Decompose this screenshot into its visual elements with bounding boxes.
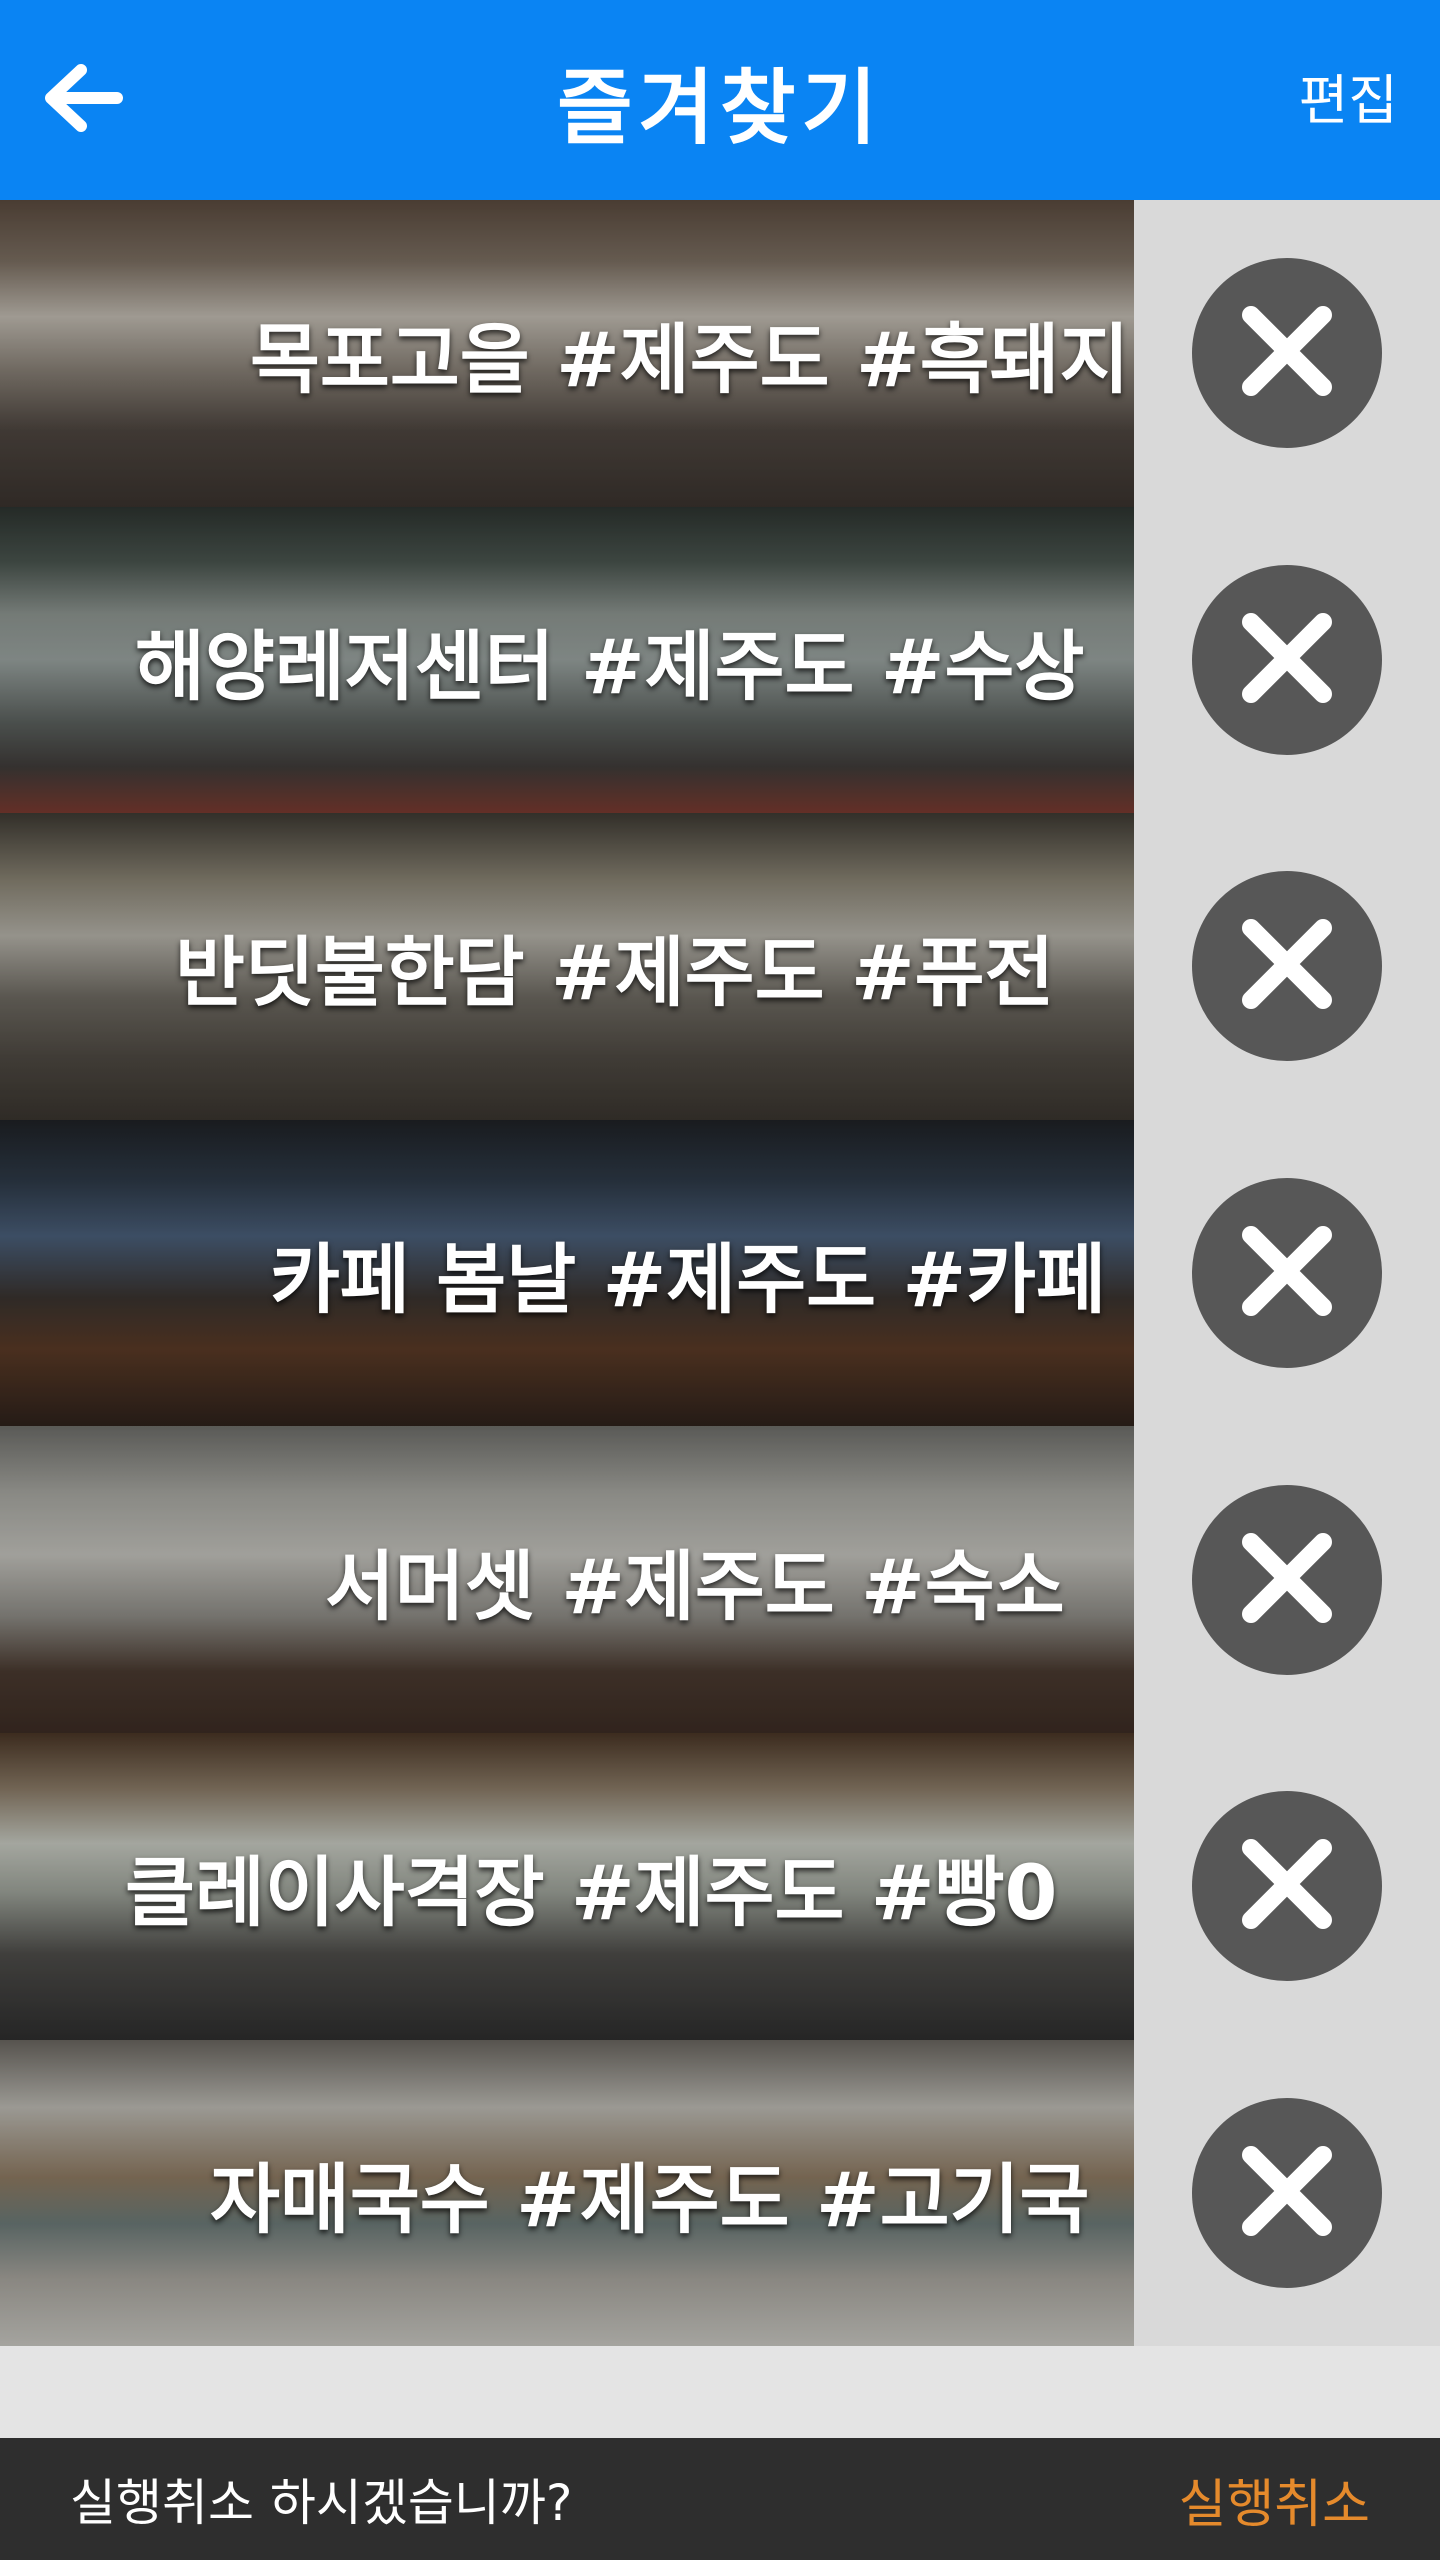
favorites-screen: 즐겨찾기 편집 목포고을 #제주도 #흑돼지 해양레저센터 #제주도 #수상 반… bbox=[0, 0, 1440, 2560]
favorites-list: 목포고을 #제주도 #흑돼지 해양레저센터 #제주도 #수상 반딧불한담 #제주… bbox=[0, 200, 1440, 2347]
delete-cell bbox=[1134, 2039, 1440, 2347]
delete-button[interactable] bbox=[1192, 1484, 1382, 1675]
delete-button[interactable] bbox=[1192, 2097, 1382, 2288]
app-header: 즐겨찾기 편집 bbox=[0, 0, 1440, 200]
close-icon bbox=[1237, 1221, 1337, 1325]
delete-button[interactable] bbox=[1192, 1178, 1382, 1369]
thumbnail[interactable]: 카페 봄날 #제주도 #카페 bbox=[0, 1119, 1134, 1427]
list-item: 반딧불한담 #제주도 #퓨전 bbox=[0, 813, 1440, 1120]
list-item-label: 목포고을 #제주도 #흑돼지 bbox=[250, 315, 1130, 405]
list-item: 자매국수 #제주도 #고기국 bbox=[0, 2039, 1440, 2347]
list-item: 클레이사격장 #제주도 #빵0 bbox=[0, 1732, 1440, 2040]
thumbnail[interactable]: 자매국수 #제주도 #고기국 bbox=[0, 2039, 1134, 2347]
list-item-label: 클레이사격장 #제주도 #빵0 bbox=[125, 1848, 1058, 1938]
list-item: 카페 봄날 #제주도 #카페 bbox=[0, 1119, 1440, 1427]
delete-cell bbox=[1134, 1119, 1440, 1427]
delete-cell bbox=[1134, 1732, 1440, 2040]
delete-button[interactable] bbox=[1192, 1791, 1382, 1982]
delete-cell bbox=[1134, 200, 1440, 507]
delete-button[interactable] bbox=[1192, 871, 1382, 1062]
edit-button[interactable]: 편집 bbox=[1299, 0, 1398, 190]
close-icon bbox=[1237, 2141, 1337, 2245]
page-title: 즐겨찾기 bbox=[557, 60, 883, 156]
delete-button[interactable] bbox=[1192, 258, 1382, 449]
list-item-label: 해양레저센터 #제주도 #수상 bbox=[135, 621, 1085, 711]
undo-button[interactable]: 실행취소 bbox=[1179, 2438, 1370, 2560]
list-item: 해양레저센터 #제주도 #수상 bbox=[0, 506, 1440, 814]
close-icon bbox=[1237, 914, 1337, 1018]
list-item-label: 카페 봄날 #제주도 #카페 bbox=[270, 1235, 1107, 1325]
delete-cell bbox=[1134, 1426, 1440, 1733]
list-item: 목포고을 #제주도 #흑돼지 bbox=[0, 200, 1440, 507]
thumbnail[interactable]: 클레이사격장 #제주도 #빵0 bbox=[0, 1732, 1134, 2040]
close-icon bbox=[1237, 1834, 1337, 1938]
thumbnail[interactable]: 반딧불한담 #제주도 #퓨전 bbox=[0, 813, 1134, 1120]
thumbnail[interactable]: 서머셋 #제주도 #숙소 bbox=[0, 1426, 1134, 1733]
delete-button[interactable] bbox=[1192, 564, 1382, 755]
close-icon bbox=[1237, 608, 1337, 712]
list-item-label: 반딧불한담 #제주도 #퓨전 bbox=[175, 928, 1055, 1018]
delete-cell bbox=[1134, 506, 1440, 814]
thumbnail[interactable]: 목포고을 #제주도 #흑돼지 bbox=[0, 200, 1134, 507]
list-item: 서머셋 #제주도 #숙소 bbox=[0, 1426, 1440, 1733]
snackbar-message: 실행취소 하시겠습니까? bbox=[70, 2474, 573, 2532]
close-icon bbox=[1237, 301, 1337, 405]
list-item-label: 자매국수 #제주도 #고기국 bbox=[210, 2154, 1090, 2244]
list-item-label: 서머셋 #제주도 #숙소 bbox=[325, 1541, 1065, 1631]
thumbnail[interactable]: 해양레저센터 #제주도 #수상 bbox=[0, 506, 1134, 814]
snackbar: 실행취소 하시겠습니까? 실행취소 bbox=[0, 2438, 1440, 2560]
close-icon bbox=[1237, 1528, 1337, 1632]
delete-cell bbox=[1134, 813, 1440, 1120]
